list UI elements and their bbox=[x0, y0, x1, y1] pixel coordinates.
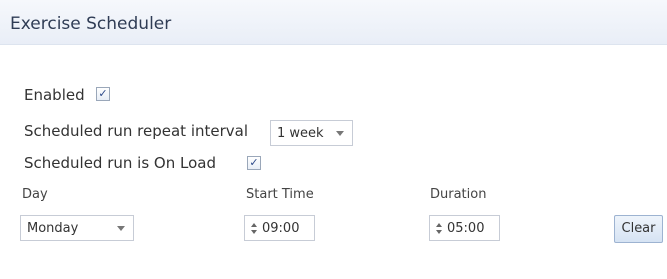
repeat-interval-dropdown[interactable]: 1 week bbox=[270, 120, 353, 146]
start-time-spinner[interactable]: 09:00 bbox=[244, 215, 315, 241]
chevron-down-icon bbox=[117, 226, 125, 231]
on-load-label: Scheduled run is On Load bbox=[24, 154, 216, 172]
start-time-value: 09:00 bbox=[262, 221, 300, 236]
page-title: Exercise Scheduler bbox=[10, 14, 172, 34]
duration-spinner[interactable]: 05:00 bbox=[429, 215, 500, 241]
spinner-arrows-icon[interactable] bbox=[436, 222, 442, 236]
day-value: Monday bbox=[27, 221, 79, 236]
on-load-checkbox[interactable]: ✓ bbox=[247, 156, 261, 170]
repeat-interval-label: Scheduled run repeat interval bbox=[24, 122, 249, 140]
scheduler-header: Exercise Scheduler bbox=[0, 0, 667, 45]
enabled-checkbox[interactable]: ✓ bbox=[96, 87, 110, 101]
duration-value: 05:00 bbox=[447, 221, 485, 236]
duration-column-label: Duration bbox=[430, 187, 487, 202]
enabled-label: Enabled bbox=[24, 86, 85, 104]
day-column-label: Day bbox=[22, 187, 48, 202]
clear-button[interactable]: Clear bbox=[614, 215, 663, 243]
day-dropdown[interactable]: Monday bbox=[20, 215, 134, 241]
start-time-column-label: Start Time bbox=[246, 187, 314, 202]
spinner-arrows-icon[interactable] bbox=[251, 222, 257, 236]
chevron-down-icon bbox=[336, 131, 344, 136]
repeat-interval-value: 1 week bbox=[277, 126, 324, 141]
